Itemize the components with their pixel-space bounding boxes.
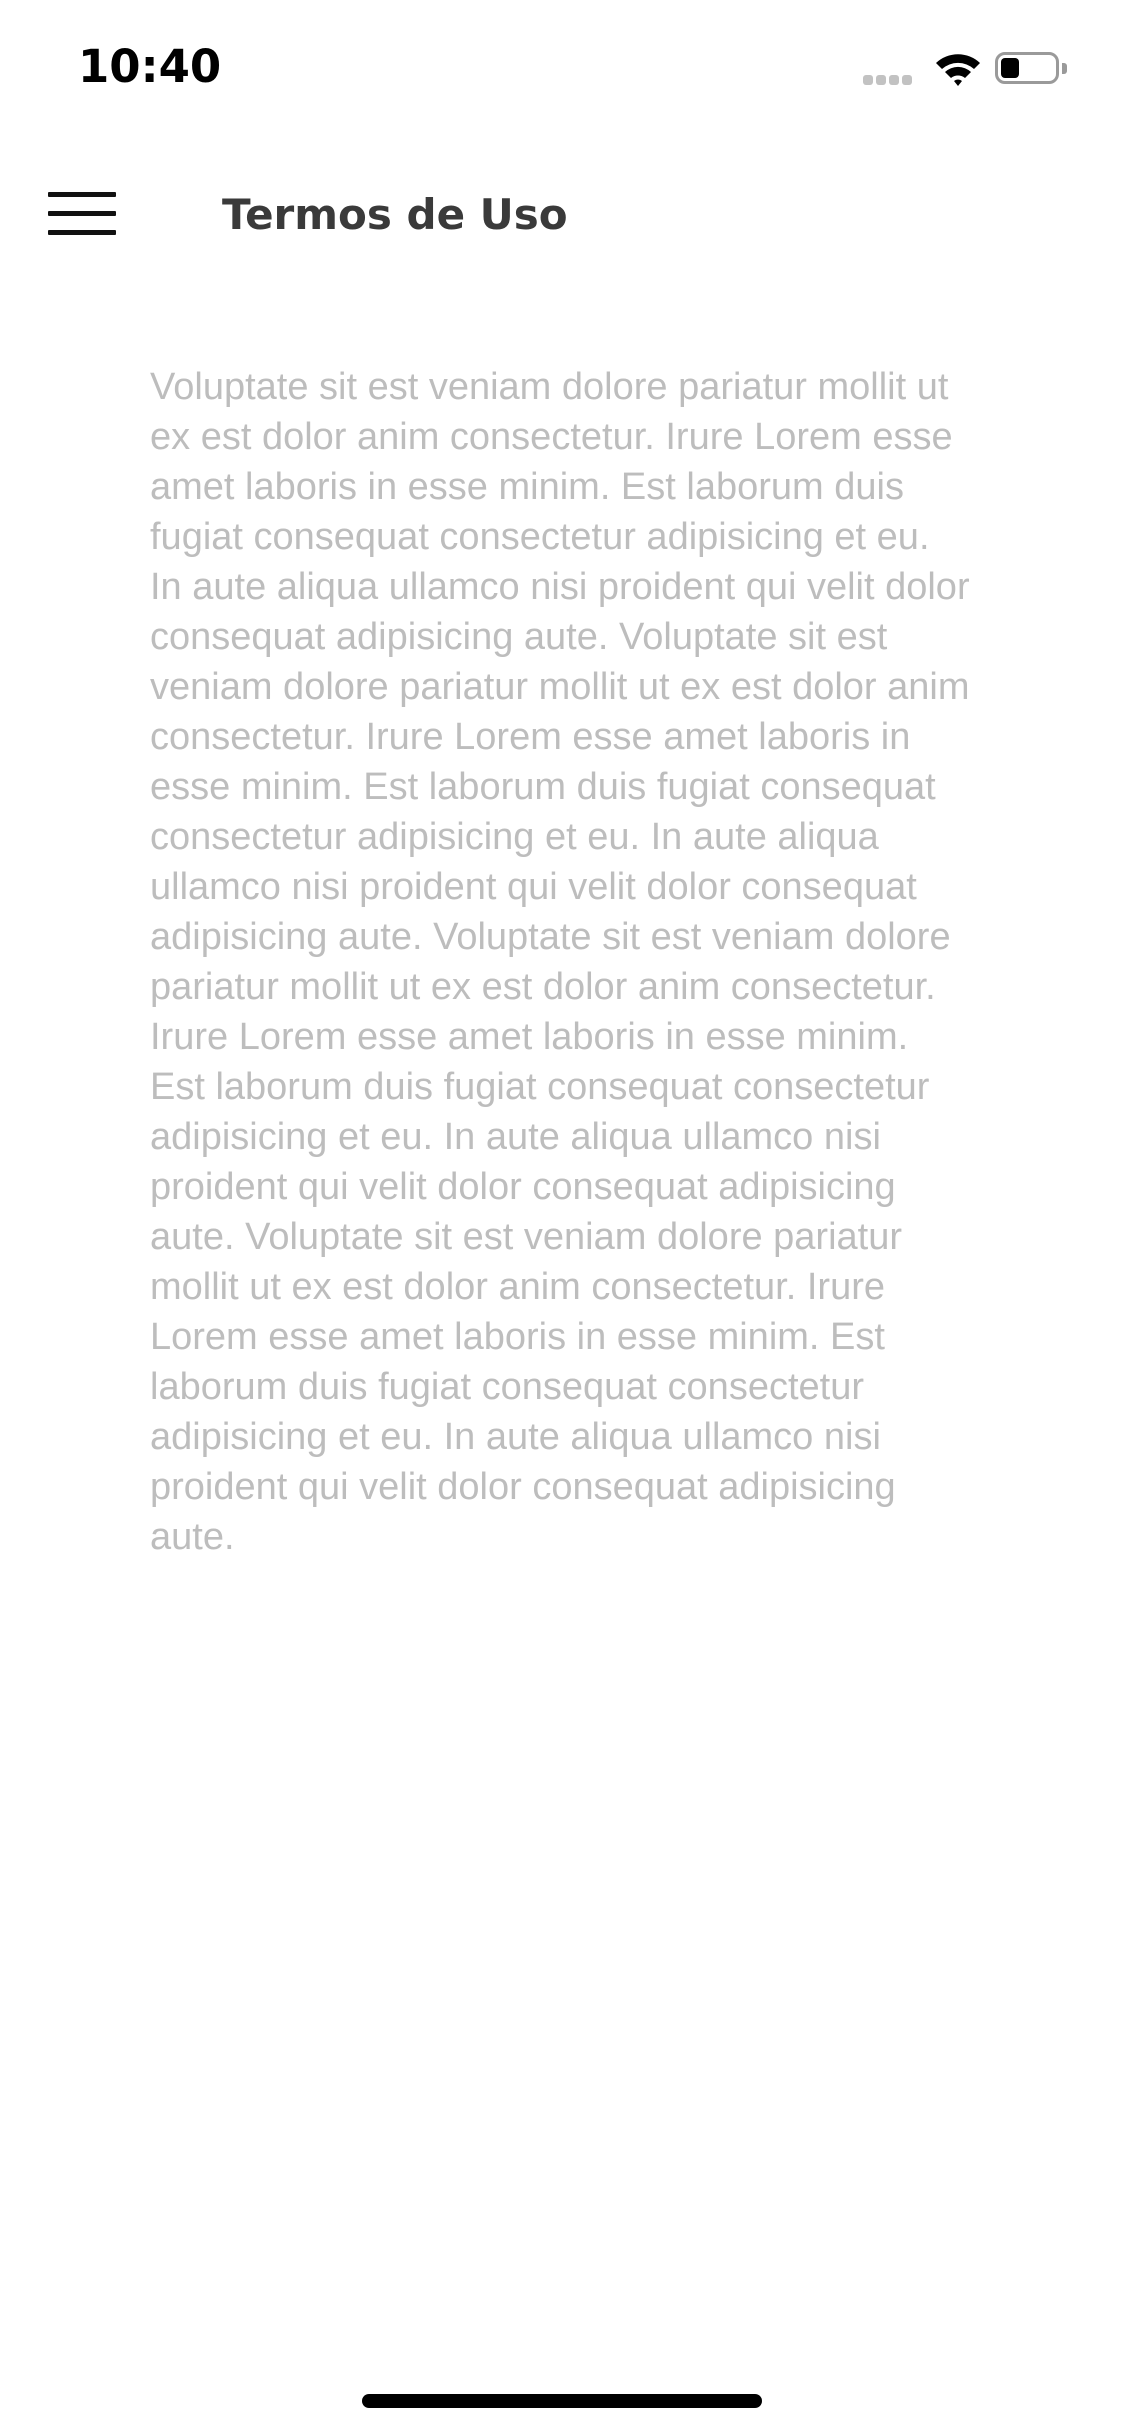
- page-title: Termos de Uso: [222, 190, 568, 239]
- battery-level-fill: [1001, 58, 1019, 78]
- wifi-icon: [933, 50, 983, 90]
- status-time: 10:40: [78, 40, 222, 93]
- terms-body-text: Voluptate sit est veniam dolore pariatur…: [150, 366, 970, 1558]
- status-icons: [863, 50, 1083, 90]
- navigation-bar: Termos de Uso: [0, 170, 1125, 270]
- battery-icon: [995, 52, 1067, 86]
- signal-icon: [863, 70, 915, 85]
- home-indicator[interactable]: [362, 2394, 762, 2408]
- hamburger-menu-icon[interactable]: [46, 192, 116, 242]
- status-bar: 10:40: [0, 0, 1125, 132]
